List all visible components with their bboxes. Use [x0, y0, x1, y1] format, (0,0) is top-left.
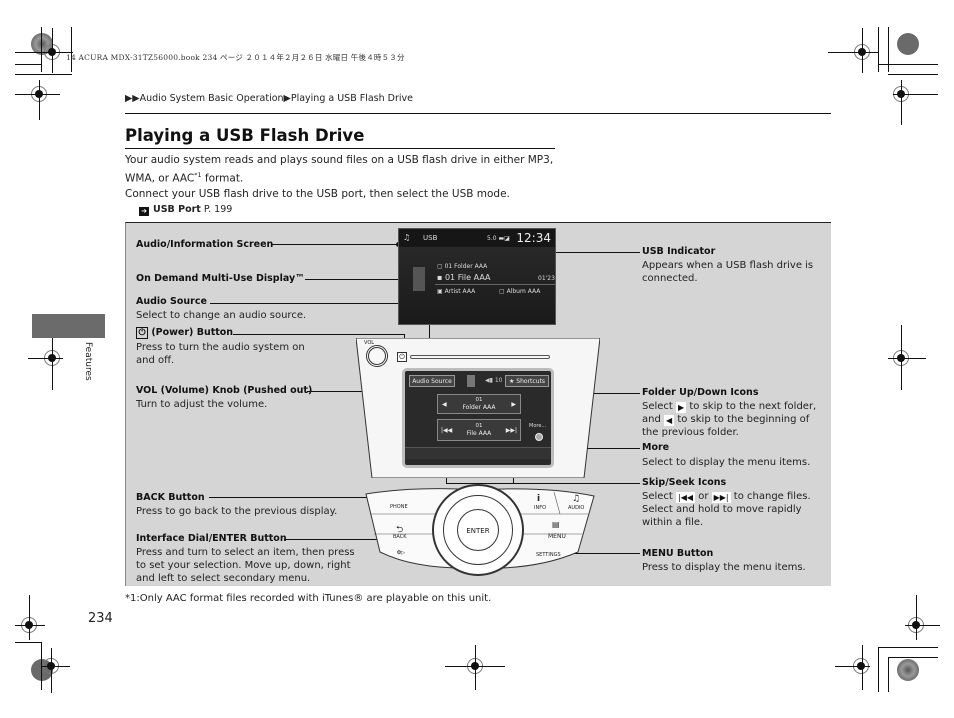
disc-slot	[410, 355, 550, 359]
on-demand-multi-use-display: Audio Source ◀▮ 10 ★ Shortcuts ◀ 01 Fold…	[402, 368, 554, 468]
touch-panel-footer	[405, 447, 551, 459]
skip-forward-icon: ▶▶|	[711, 492, 731, 503]
mode-button[interactable]: ❂▷	[397, 550, 405, 556]
breadcrumb-arrow-icon: ▶▶	[125, 93, 140, 104]
folder-previous-icon: ◀	[664, 415, 675, 426]
page-number: 234	[88, 611, 113, 626]
footnote-ref[interactable]: *1	[194, 171, 201, 179]
screen-folder: ▢ 01 Folder AAA	[437, 263, 488, 270]
page-title: Playing a USB Flash Drive	[125, 126, 365, 145]
callout-folder-icons: Folder Up/Down Icons	[642, 387, 759, 398]
screen-album: ▢ Album AAA	[499, 288, 541, 295]
callout-multi-use-display: On Demand Multi-Use Display™	[136, 273, 305, 284]
breadcrumb-arrow-icon: ▶	[283, 93, 291, 104]
callout-power-button: ⏻ (Power) Button	[136, 327, 233, 339]
title-rule	[125, 148, 555, 149]
folder-next-icon: ▶	[676, 402, 687, 413]
callout-skip-seek: Skip/Seek Icons	[642, 477, 727, 488]
usb-icon	[467, 375, 475, 387]
usb-indicator: 5.0 ▬◪	[487, 235, 510, 242]
breadcrumb-item[interactable]: Audio System Basic Operation	[140, 93, 284, 104]
screen-artist: ▣ Artist AAA	[437, 288, 476, 295]
file-control: |◀◀ 01 File AAA ▶▶|	[437, 419, 521, 441]
arrow-right-icon: ➜	[139, 206, 149, 216]
audio-info-screen: ♫ USB 5.0 ▬◪ 12:34 ▢ 01 Folder AAA ▪ 01 …	[398, 228, 556, 325]
folder-control: ◀ 01 Folder AAA ▶	[437, 394, 521, 414]
header-rule	[125, 113, 831, 114]
folder-next-button[interactable]: ▶	[511, 401, 516, 408]
callout-back-button: BACK Button	[136, 492, 205, 503]
more-label: More...	[529, 423, 547, 429]
section-tab-label: Features	[83, 342, 93, 381]
callout-more: More	[642, 442, 670, 453]
print-header: 14 ACURA MDX-31TZ56000.book 234 ページ ２０１４…	[66, 53, 405, 62]
footnote: *1:Only AAC format files recorded with i…	[125, 593, 492, 604]
more-button[interactable]	[535, 433, 543, 441]
back-button[interactable]: BACK	[393, 534, 407, 540]
cross-reference[interactable]: ➜ USB Port P. 199	[125, 202, 565, 217]
callout-audio-info-screen: Audio/Information Screen	[136, 239, 274, 250]
screen-clock: 12:34	[516, 231, 551, 245]
callout-usb-indicator: USB Indicator	[642, 246, 716, 257]
callout-interface-dial: Interface Dial/ENTER Button	[136, 533, 287, 544]
phone-button[interactable]: PHONE	[390, 504, 408, 510]
breadcrumb-item[interactable]: Playing a USB Flash Drive	[291, 93, 413, 104]
screen-track-time: 01'23"	[538, 275, 556, 282]
screen-source: USB	[423, 234, 438, 242]
music-note-icon: ♫	[572, 494, 581, 504]
callout-menu-button: MENU Button	[642, 548, 714, 559]
skip-back-icon: |◀◀	[676, 492, 696, 503]
power-icon: ⏻	[399, 353, 405, 361]
intro-text: Your audio system reads and plays sound …	[125, 153, 565, 217]
menu-button[interactable]: MENU	[548, 533, 566, 540]
enter-button[interactable]: ENTER	[457, 509, 499, 551]
callout-audio-source: Audio Source	[136, 296, 207, 307]
usb-icon	[413, 267, 425, 291]
audio-source-button[interactable]: Audio Source	[409, 375, 455, 387]
menu-icon: ▤	[552, 520, 560, 529]
vol-knob[interactable]	[366, 345, 388, 367]
power-button[interactable]: ⏻	[397, 352, 407, 362]
color-registration-dot	[897, 659, 919, 681]
audio-button[interactable]: AUDIO	[568, 505, 584, 511]
screen-file: ▪ 01 File AAA	[437, 273, 491, 282]
shortcuts-button[interactable]: ★ Shortcuts	[505, 375, 549, 387]
info-icon: i	[537, 494, 541, 504]
callout-vol-knob: VOL (Volume) Knob (Pushed out)	[136, 385, 313, 396]
color-registration-dot	[897, 33, 919, 55]
music-note-icon: ♫	[403, 233, 411, 242]
settings-button[interactable]: SETTINGS	[536, 552, 561, 558]
power-icon: ⏻	[136, 327, 148, 339]
info-button[interactable]: INFO	[534, 505, 546, 511]
volume-indicator: ◀▮ 10	[485, 377, 503, 384]
breadcrumb: ▶▶Audio System Basic Operation▶Playing a…	[125, 93, 413, 104]
section-tab	[32, 314, 105, 338]
skip-forward-button[interactable]: ▶▶|	[506, 427, 517, 434]
